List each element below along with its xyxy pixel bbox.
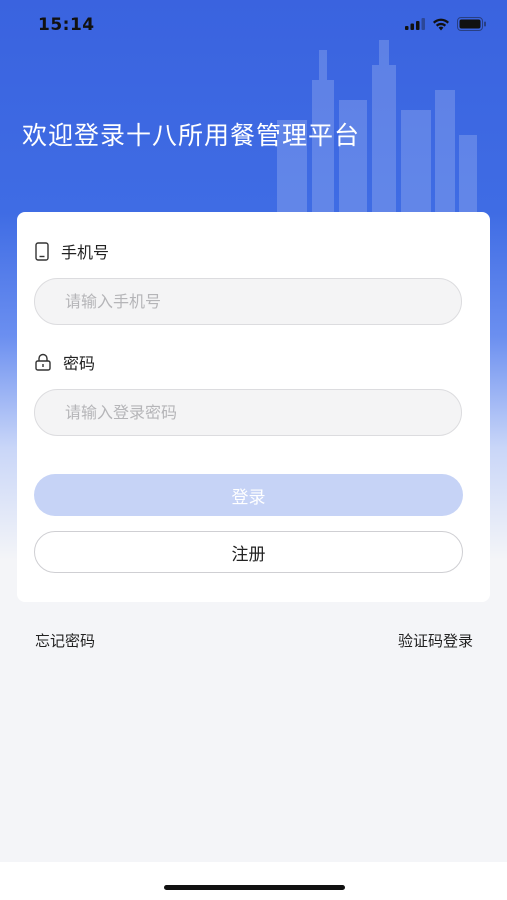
phone-label: 手机号 bbox=[35, 239, 109, 263]
bottom-safe-area bbox=[0, 862, 507, 900]
phone-input[interactable] bbox=[34, 278, 462, 325]
sms-login-link[interactable]: 验证码登录 bbox=[398, 630, 473, 651]
status-time: 15:14 bbox=[38, 15, 95, 35]
status-bar: 15:14 bbox=[0, 0, 507, 50]
signal-icon bbox=[405, 18, 425, 30]
battery-icon bbox=[457, 17, 486, 31]
login-card: 手机号 密码 登录 注册 bbox=[17, 212, 490, 602]
lock-icon bbox=[35, 353, 51, 371]
home-indicator[interactable] bbox=[164, 885, 345, 890]
password-label-text: 密码 bbox=[63, 354, 96, 373]
wifi-icon bbox=[433, 18, 449, 30]
register-button[interactable]: 注册 bbox=[34, 531, 463, 573]
login-button[interactable]: 登录 bbox=[34, 474, 463, 516]
page-title: 欢迎登录十八所用餐管理平台 bbox=[22, 121, 361, 150]
password-label: 密码 bbox=[35, 350, 95, 374]
status-icons bbox=[405, 17, 487, 31]
phone-label-text: 手机号 bbox=[61, 243, 110, 262]
password-input[interactable] bbox=[34, 389, 462, 436]
forgot-password-link[interactable]: 忘记密码 bbox=[35, 630, 95, 651]
phone-icon bbox=[35, 241, 49, 261]
